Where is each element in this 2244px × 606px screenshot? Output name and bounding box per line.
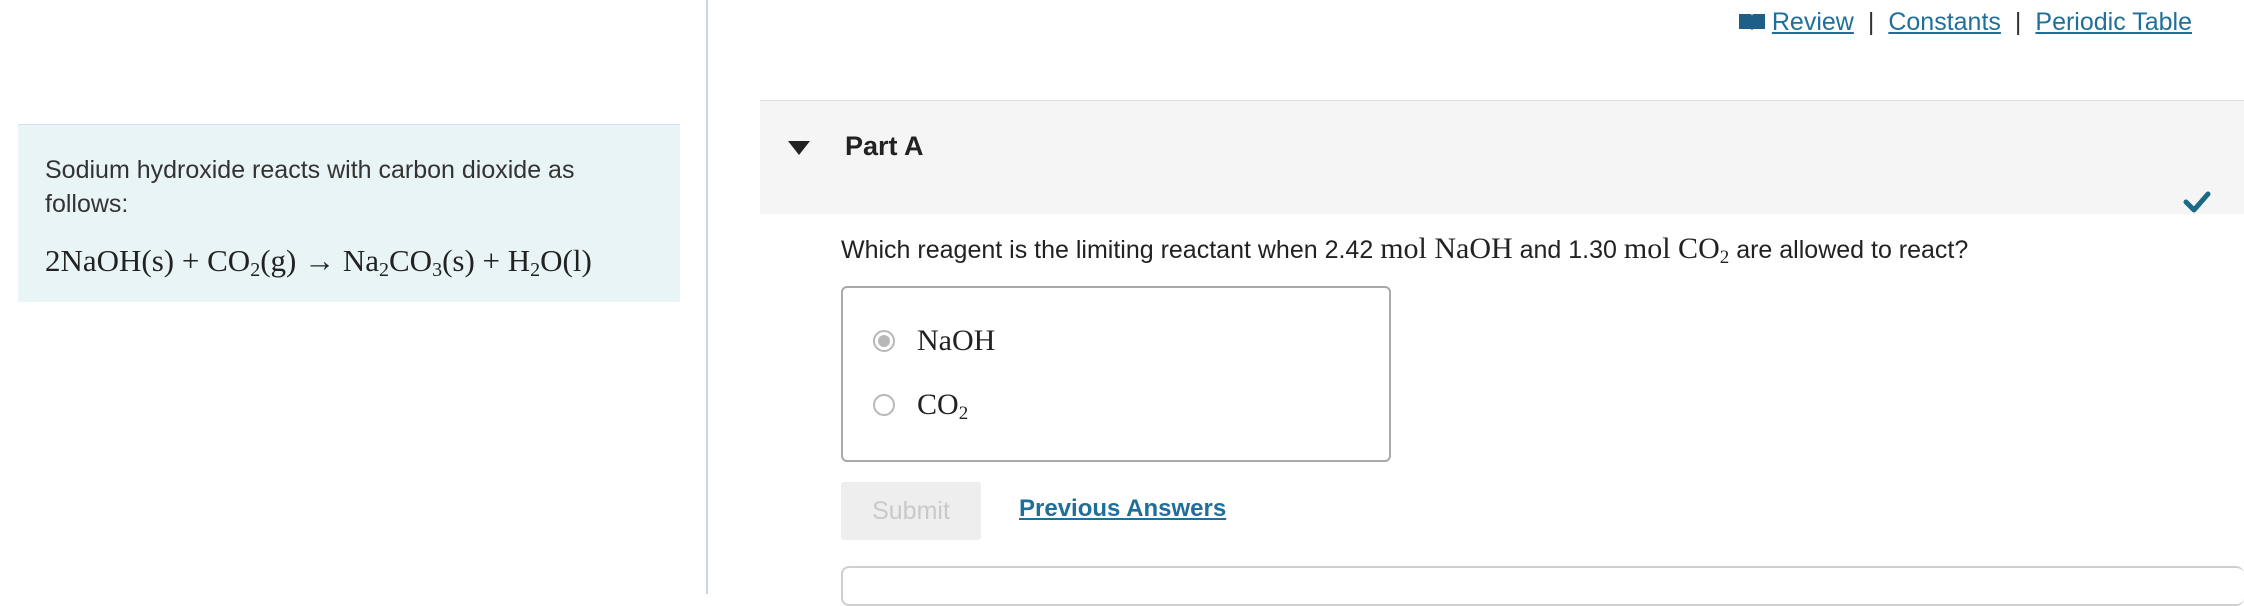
question-math-subscript: 2: [1719, 247, 1730, 268]
checkmark-icon: [2183, 191, 2211, 213]
question-math: mol NaOH: [1380, 232, 1513, 265]
equation-part: CO: [388, 243, 433, 278]
periodic-table-link[interactable]: Periodic Table: [2035, 8, 2192, 37]
problem-intro-pane: Sodium hydroxide reacts with carbon diox…: [0, 0, 706, 594]
equation-part: (s) + H: [442, 243, 531, 278]
option-label: CO2: [917, 388, 969, 424]
equation-part: (g) → Na: [260, 243, 379, 278]
reaction-equation: 2NaOH(s) + CO2(g) → Na2CO3(s) + H2O(l): [45, 243, 653, 281]
review-link-label: Review: [1771, 8, 1854, 36]
link-separator: |: [2014, 8, 2022, 36]
intro-text: Sodium hydroxide reacts with carbon diox…: [45, 156, 575, 218]
radio-button[interactable]: [873, 330, 895, 352]
option-label: NaOH: [917, 324, 995, 358]
equation-subscript: 2: [378, 259, 389, 281]
question-math-part: mol CO: [1623, 232, 1720, 265]
submit-button[interactable]: Submit: [841, 482, 981, 540]
link-separator: |: [1867, 8, 1875, 36]
top-links: Review | Constants | Periodic Table: [1738, 8, 2192, 37]
part-a-header[interactable]: Part A: [760, 100, 2244, 214]
question-math: mol CO2: [1623, 232, 1730, 268]
question-text: Which reagent is the limiting reactant w…: [841, 232, 1969, 268]
constants-link[interactable]: Constants: [1888, 8, 2001, 37]
question-part: Which reagent is the limiting reactant w…: [841, 236, 1381, 264]
feedback-box: [841, 566, 2244, 606]
book-icon: [1738, 14, 1765, 31]
option-label-text: NaOH: [917, 324, 996, 357]
option-co2[interactable]: CO2: [873, 388, 969, 424]
equation-part: O(l): [540, 243, 592, 278]
radio-button[interactable]: [873, 394, 895, 416]
question-part: and 1.30: [1512, 236, 1624, 264]
previous-answers-link[interactable]: Previous Answers: [1019, 495, 1226, 523]
equation-subscript: 2: [530, 259, 541, 281]
option-naoh[interactable]: NaOH: [873, 324, 995, 358]
option-label-text: CO: [917, 388, 959, 421]
part-title: Part A: [845, 131, 924, 161]
equation-subscript: 2: [250, 259, 261, 281]
caret-down-icon[interactable]: [788, 141, 810, 155]
answer-options: NaOH CO2: [841, 286, 1391, 462]
pane-divider[interactable]: [706, 0, 708, 594]
question-part: are allowed to react?: [1729, 236, 1969, 264]
intro-box: Sodium hydroxide reacts with carbon diox…: [18, 124, 680, 302]
review-link[interactable]: Review: [1738, 8, 1854, 37]
equation-subscript: 3: [432, 259, 443, 281]
option-label-subscript: 2: [958, 403, 969, 424]
equation-part: 2NaOH(s) + CO: [45, 243, 251, 278]
